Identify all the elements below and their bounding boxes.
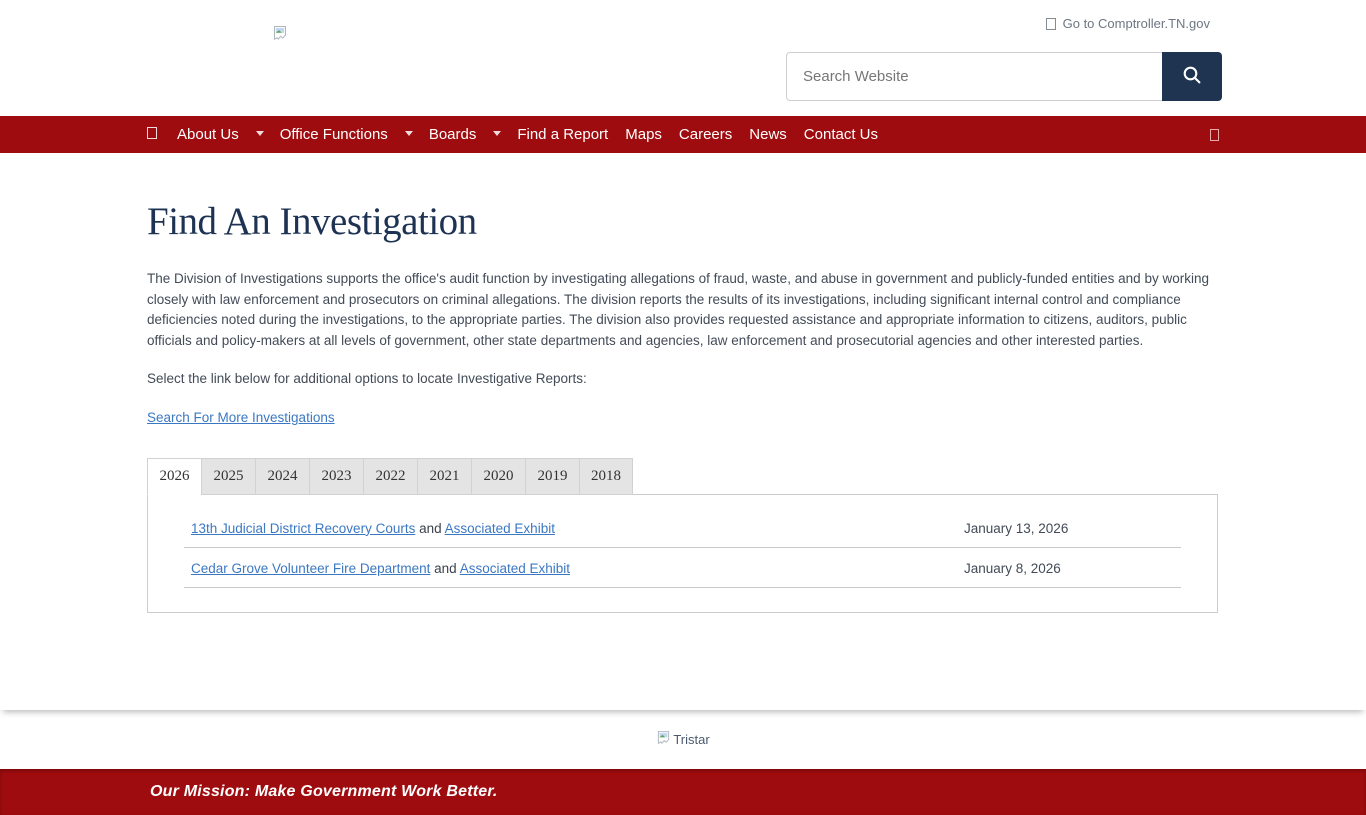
tristar-logo: Tristar bbox=[656, 730, 709, 750]
search-button[interactable] bbox=[1162, 52, 1222, 101]
tristar-alt-text: Tristar bbox=[673, 732, 709, 747]
table-row: Cedar Grove Volunteer Fire Department an… bbox=[184, 548, 1181, 588]
nav-item-careers[interactable]: Careers bbox=[679, 126, 732, 143]
mission-bar: Our Mission: Make Government Work Better… bbox=[0, 769, 1366, 815]
select-instruction-text: Select the link below for additional opt… bbox=[147, 371, 1218, 386]
reports-panel: 13th Judicial District Recovery Courts a… bbox=[147, 494, 1218, 613]
tab-2018[interactable]: 2018 bbox=[579, 458, 633, 495]
nav-item-maps[interactable]: Maps bbox=[625, 126, 662, 143]
missing-glyph-icon bbox=[1046, 18, 1056, 30]
report-links: 13th Judicial District Recovery Courts a… bbox=[191, 521, 964, 536]
report-date: January 13, 2026 bbox=[964, 521, 1181, 536]
tab-2026[interactable]: 2026 bbox=[147, 458, 201, 495]
chevron-down-icon[interactable] bbox=[493, 131, 501, 136]
tab-2022[interactable]: 2022 bbox=[363, 458, 417, 495]
goto-comptroller-label: Go to Comptroller.TN.gov bbox=[1063, 16, 1210, 31]
associated-exhibit-link[interactable]: Associated Exhibit bbox=[460, 561, 570, 576]
site-header: Go to Comptroller.TN.gov bbox=[0, 0, 1366, 116]
conjunction-text: and bbox=[434, 561, 460, 576]
search-icon bbox=[1181, 64, 1203, 89]
nav-item-office-functions[interactable]: Office Functions bbox=[280, 126, 388, 143]
nav-item-about-us[interactable]: About Us bbox=[177, 126, 239, 143]
chevron-down-icon[interactable] bbox=[405, 131, 413, 136]
nav-item-boards[interactable]: Boards bbox=[429, 126, 477, 143]
nav-item-contact-us[interactable]: Contact Us bbox=[804, 126, 878, 143]
home-icon[interactable] bbox=[147, 126, 157, 143]
broken-image-icon bbox=[656, 730, 671, 750]
mission-statement: Our Mission: Make Government Work Better… bbox=[150, 783, 498, 801]
nav-search-toggle-icon[interactable] bbox=[1210, 128, 1219, 145]
report-links: Cedar Grove Volunteer Fire Department an… bbox=[191, 561, 964, 576]
main-navigation: About Us Office Functions Boards Find a … bbox=[0, 116, 1366, 153]
chevron-down-icon[interactable] bbox=[256, 131, 264, 136]
main-content: Find An Investigation The Division of In… bbox=[0, 199, 1366, 710]
tab-2021[interactable]: 2021 bbox=[417, 458, 471, 495]
year-tabs: 2026 2025 2024 2023 2022 2021 2020 2019 … bbox=[147, 458, 1218, 495]
tab-2019[interactable]: 2019 bbox=[525, 458, 579, 495]
report-title-link[interactable]: Cedar Grove Volunteer Fire Department bbox=[191, 561, 430, 576]
report-date: January 8, 2026 bbox=[964, 561, 1181, 576]
intro-paragraph: The Division of Investigations supports … bbox=[147, 269, 1218, 352]
goto-comptroller-link[interactable]: Go to Comptroller.TN.gov bbox=[1046, 16, 1210, 31]
page-title: Find An Investigation bbox=[147, 199, 1218, 244]
table-row: 13th Judicial District Recovery Courts a… bbox=[184, 508, 1181, 548]
tab-2024[interactable]: 2024 bbox=[255, 458, 309, 495]
nav-item-news[interactable]: News bbox=[749, 126, 787, 143]
tab-2025[interactable]: 2025 bbox=[201, 458, 255, 495]
tab-2023[interactable]: 2023 bbox=[309, 458, 363, 495]
site-search bbox=[786, 52, 1222, 101]
search-more-investigations-link[interactable]: Search For More Investigations bbox=[147, 410, 335, 425]
associated-exhibit-link[interactable]: Associated Exhibit bbox=[445, 521, 555, 536]
nav-item-find-a-report[interactable]: Find a Report bbox=[517, 126, 608, 143]
search-input[interactable] bbox=[786, 52, 1162, 101]
conjunction-text: and bbox=[419, 521, 445, 536]
broken-logo-image-icon bbox=[272, 25, 288, 41]
footer-logo-area: Tristar bbox=[0, 710, 1366, 769]
tab-2020[interactable]: 2020 bbox=[471, 458, 525, 495]
report-title-link[interactable]: 13th Judicial District Recovery Courts bbox=[191, 521, 415, 536]
